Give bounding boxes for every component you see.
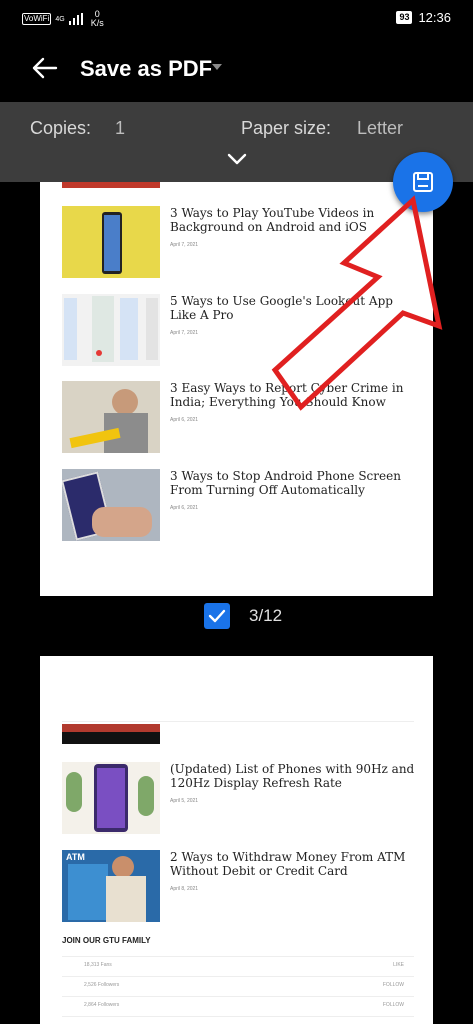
printer-select-title[interactable]: Save as PDF [80, 56, 212, 82]
article-thumbnail [62, 381, 160, 453]
copies-label: Copies: [30, 118, 92, 138]
back-arrow-icon[interactable] [30, 54, 58, 82]
article-item: (Updated) List of Phones with 90Hz and 1… [62, 762, 420, 834]
check-icon [208, 609, 226, 623]
article-date: April 7, 2021 [170, 242, 199, 248]
divider [62, 976, 414, 977]
cut-thumbnail [62, 724, 160, 744]
page-preview-4[interactable]: (Updated) List of Phones with 90Hz and 1… [40, 656, 433, 1024]
article-title: 3 Easy Ways to Report Cyber Crime in Ind… [170, 381, 404, 409]
divider [62, 956, 414, 957]
article-thumbnail: ATM [62, 850, 160, 922]
status-bar: VoWiFi 4G 0 K/s 93 12:36 [0, 0, 473, 36]
article-thumbnail [62, 469, 160, 541]
clock: 12:36 [418, 10, 451, 25]
battery-icon: 93 [396, 11, 413, 24]
family-heading: JOIN OUR GTU FAMILY [62, 936, 151, 945]
article-title: 3 Ways to Stop Android Phone Screen From… [170, 469, 401, 497]
article-thumbnail [62, 762, 160, 834]
network-speed: 0 K/s [90, 9, 104, 28]
dropdown-caret-icon[interactable] [212, 64, 222, 70]
article-thumbnail [62, 294, 160, 366]
article-title: 2 Ways to Withdraw Money From ATM Withou… [170, 850, 406, 878]
article-item: 3 Ways to Play YouTube Videos in Backgro… [62, 206, 420, 278]
article-item: 3 Ways to Stop Android Phone Screen From… [62, 469, 420, 541]
article-item: 5 Ways to Use Google's Lookout App Like … [62, 294, 420, 366]
cut-thumbnail [62, 182, 160, 188]
article-date: April 6, 2021 [170, 505, 199, 511]
article-item: ATM 2 Ways to Withdraw Money From ATM Wi… [62, 850, 420, 922]
network-type: 4G [55, 15, 65, 23]
article-date: April 6, 2021 [170, 417, 199, 423]
paper-size-label: Paper size: [241, 118, 332, 138]
atm-label: ATM [66, 852, 85, 862]
article-item: 3 Easy Ways to Report Cyber Crime in Ind… [62, 381, 420, 453]
save-icon [413, 172, 433, 192]
copies-value[interactable]: 1 [115, 118, 125, 139]
save-pdf-button[interactable] [393, 152, 453, 212]
social-stat-row: 18,313 Fans LIKE [84, 962, 404, 968]
article-title: 3 Ways to Play YouTube Videos in Backgro… [170, 206, 375, 234]
vowifi-icon: VoWiFi [22, 13, 52, 25]
article-date: April 7, 2021 [170, 330, 199, 336]
signal-icon [68, 13, 83, 25]
page-selector: 3/12 [204, 603, 282, 629]
article-thumbnail [62, 206, 160, 278]
paper-size-value[interactable]: Letter [357, 118, 403, 139]
divider [62, 721, 414, 722]
article-date: April 8, 2021 [170, 886, 199, 892]
page-checkbox[interactable] [204, 603, 230, 629]
divider [62, 996, 414, 997]
page-preview-3[interactable]: 3 Ways to Play YouTube Videos in Backgro… [40, 182, 433, 596]
expand-options-icon[interactable] [227, 152, 247, 166]
app-bar: Save as PDF [0, 36, 473, 102]
divider [62, 1016, 414, 1017]
article-date: April 5, 2021 [170, 798, 199, 804]
article-title: 5 Ways to Use Google's Lookout App Like … [170, 294, 393, 322]
page-number: 3/12 [249, 606, 283, 625]
social-stat-row: 2,864 Followers FOLLOW [84, 1002, 404, 1008]
social-stat-row: 2,526 Followers FOLLOW [84, 982, 404, 988]
article-title: (Updated) List of Phones with 90Hz and 1… [170, 762, 415, 790]
